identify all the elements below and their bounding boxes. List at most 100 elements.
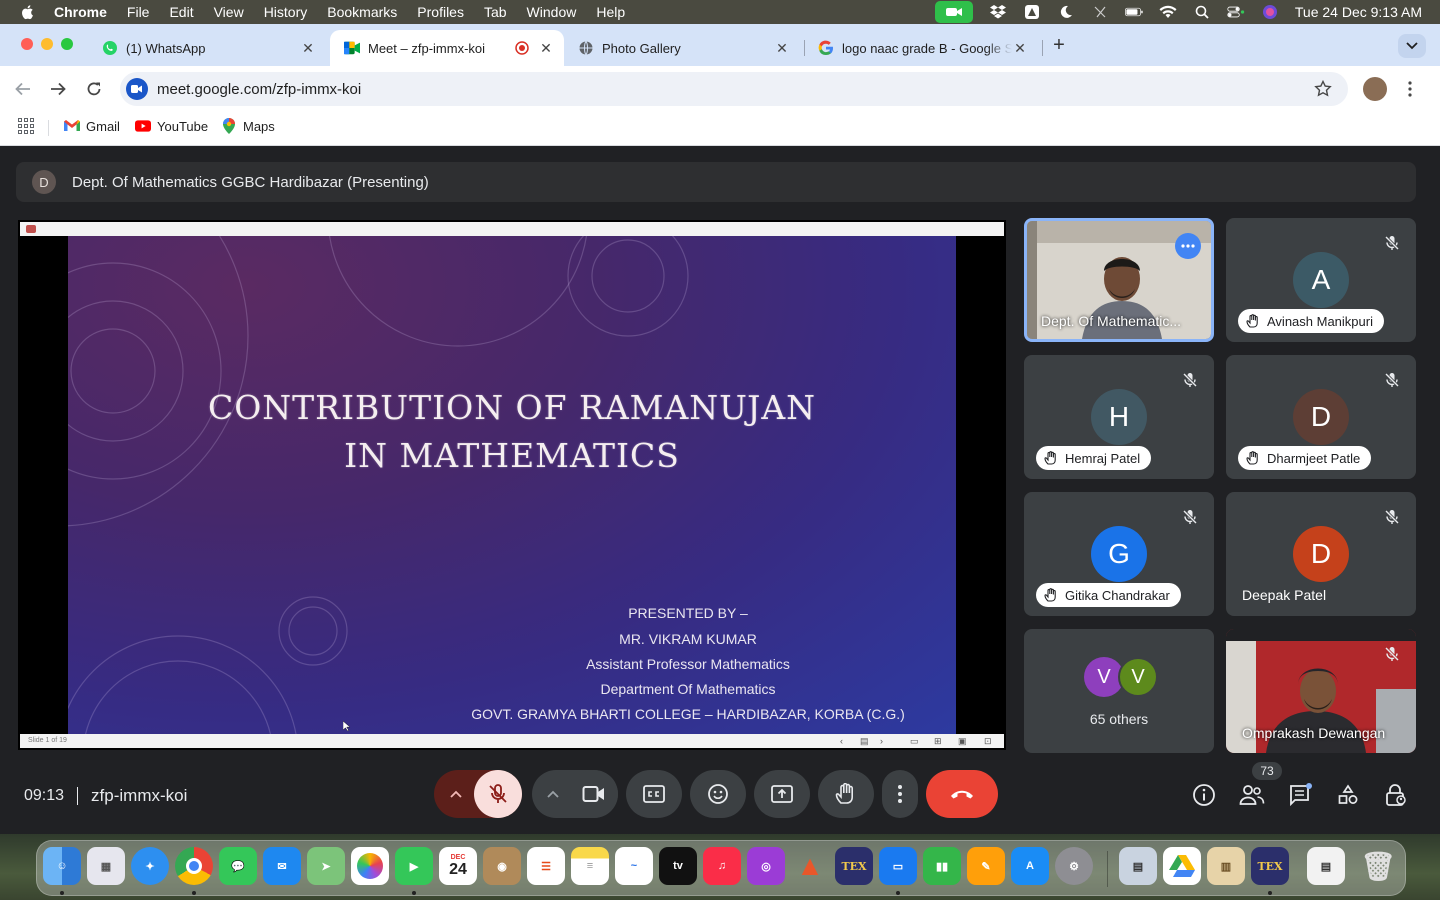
presenting-banner[interactable]: D Dept. Of Mathematics GGBC Hardibazar (… [16, 162, 1416, 202]
previous-slide-icon[interactable]: ‹ [840, 736, 843, 746]
menu-edit[interactable]: Edit [169, 4, 193, 20]
finder-icon[interactable]: ☺ [43, 847, 81, 885]
audio-settings-chevron-icon[interactable] [434, 770, 478, 818]
app-store-icon[interactable]: A [1011, 847, 1049, 885]
tab-search-icon[interactable] [1398, 34, 1426, 58]
video-settings-chevron-icon[interactable] [532, 770, 574, 818]
downloads-stack-icon[interactable]: ▤ [1307, 847, 1345, 885]
safari-icon[interactable]: ✦ [131, 847, 169, 885]
camera-toggle-button[interactable] [570, 770, 618, 818]
tab-google-meet[interactable]: Meet – zfp-immx-koi ✕ [330, 30, 564, 66]
texshop-icon[interactable]: TEX [835, 847, 873, 885]
bookmark-star-icon[interactable] [1314, 80, 1332, 98]
slide-sorter-icon[interactable]: ⊞ [934, 736, 942, 747]
participant-tile[interactable]: H Hemraj Patel [1024, 355, 1214, 479]
mute-status-icon[interactable] [1091, 5, 1109, 19]
people-button[interactable] [1239, 782, 1265, 808]
close-tab-icon[interactable]: ✕ [774, 40, 790, 56]
menu-bookmarks[interactable]: Bookmarks [327, 4, 397, 20]
minimize-window-button[interactable] [41, 38, 53, 50]
dropbox-icon[interactable] [989, 5, 1007, 19]
mic-toggle-button[interactable] [474, 770, 522, 818]
bookmark-gmail[interactable]: Gmail [64, 117, 120, 135]
presentation-stage[interactable]: CONTRIBUTION OF RAMANUJAN IN MATHEMATICS… [18, 220, 1006, 750]
normal-view-icon[interactable]: ▭ [910, 736, 919, 747]
present-screen-button[interactable] [754, 770, 810, 818]
menu-history[interactable]: History [264, 4, 308, 20]
host-controls-button[interactable] [1383, 782, 1409, 808]
documents-folder-icon[interactable]: ▥ [1207, 847, 1245, 885]
music-icon[interactable]: ♫ [703, 847, 741, 885]
activities-button[interactable] [1335, 782, 1361, 808]
forward-icon[interactable] [47, 78, 69, 100]
menu-file[interactable]: File [127, 4, 150, 20]
camera-in-use-icon[interactable] [934, 1, 973, 23]
system-settings-icon[interactable]: ⚙ [1055, 847, 1093, 885]
podcasts-icon[interactable]: ◎ [747, 847, 785, 885]
photos-icon[interactable] [351, 847, 389, 885]
control-center-icon[interactable] [1227, 5, 1245, 19]
tab-whatsapp[interactable]: (1) WhatsApp ✕ [88, 30, 326, 66]
back-icon[interactable] [12, 78, 34, 100]
menu-help[interactable]: Help [596, 4, 625, 20]
slide-menu-icon[interactable]: ▤ [860, 736, 869, 747]
more-options-icon[interactable] [1175, 233, 1201, 259]
participant-tile-video[interactable]: Omprakash Dewangan [1226, 629, 1416, 753]
calendar-icon[interactable]: DEC 24 [439, 847, 477, 885]
emoji-reactions-button[interactable] [690, 770, 746, 818]
new-tab-icon[interactable]: + [1050, 35, 1068, 55]
pages-icon[interactable]: ✎ [967, 847, 1005, 885]
contacts-icon[interactable]: ◉ [483, 847, 521, 885]
notes-icon[interactable]: ≡ [571, 847, 609, 885]
mail-icon[interactable]: ✉ [263, 847, 301, 885]
captions-button[interactable] [626, 770, 682, 818]
menu-view[interactable]: View [214, 4, 244, 20]
tab-google-search[interactable]: logo naac grade B - Google S ✕ [804, 30, 1038, 66]
participant-tile[interactable]: D Dharmjeet Patle [1226, 355, 1416, 479]
participant-tile-presenter[interactable]: Dept. Of Mathematic... [1024, 218, 1214, 342]
battery-icon[interactable] [1124, 5, 1143, 19]
leave-call-button[interactable] [926, 770, 998, 818]
chrome-menu-icon[interactable] [1402, 78, 1418, 100]
apps-grid-icon[interactable] [18, 118, 34, 134]
freeform-icon[interactable]: ~ [615, 847, 653, 885]
close-tab-icon[interactable]: ✕ [1012, 40, 1028, 56]
next-slide-icon[interactable]: › [880, 736, 883, 746]
meeting-info-button[interactable] [1191, 782, 1217, 808]
menu-window[interactable]: Window [527, 4, 577, 20]
numbers-icon[interactable]: ▮▮ [923, 847, 961, 885]
slideshow-view-icon[interactable]: ⊡ [984, 736, 992, 747]
menubar-clock[interactable]: Tue 24 Dec 9:13 AM [1295, 4, 1422, 20]
menu-app-name[interactable]: Chrome [54, 4, 107, 20]
maps-app-icon[interactable]: ➤ [307, 847, 345, 885]
apple-tv-icon[interactable]: tv [659, 847, 697, 885]
profile-avatar[interactable] [1363, 77, 1387, 101]
more-options-button[interactable] [882, 770, 918, 818]
zoom-window-button[interactable] [61, 38, 73, 50]
moon-icon[interactable] [1057, 5, 1075, 19]
raise-hand-button[interactable] [818, 770, 874, 818]
reload-icon[interactable] [83, 78, 105, 100]
reading-view-icon[interactable]: ▣ [958, 736, 967, 747]
meet-site-icon[interactable] [126, 78, 148, 100]
menu-tab[interactable]: Tab [484, 4, 507, 20]
tab-photo-gallery[interactable]: Photo Gallery ✕ [564, 30, 800, 66]
participant-tile[interactable]: D Deepak Patel [1226, 492, 1416, 616]
texshop-document-icon[interactable]: TEX [1251, 847, 1289, 885]
trash-icon[interactable]: 🗑 [1359, 847, 1397, 885]
close-tab-icon[interactable]: ✕ [538, 40, 554, 56]
close-tab-icon[interactable]: ✕ [300, 40, 316, 56]
app-status-icon[interactable] [1023, 5, 1041, 19]
others-tile[interactable]: V V 65 others [1024, 629, 1214, 753]
reminders-icon[interactable]: ☰ [527, 847, 565, 885]
participant-tile[interactable]: G Gitika Chandrakar [1024, 492, 1214, 616]
launchpad-icon[interactable]: ▦ [87, 847, 125, 885]
bookmark-youtube[interactable]: YouTube [135, 117, 208, 135]
messages-icon[interactable]: 💬 [219, 847, 257, 885]
apple-menu-icon[interactable] [20, 4, 36, 20]
keynote-icon[interactable]: ▭ [879, 847, 917, 885]
chat-button[interactable] [1287, 782, 1313, 808]
facetime-icon[interactable]: ▶ [395, 847, 433, 885]
url-text[interactable]: meet.google.com/zfp-immx-koi [157, 81, 1314, 98]
close-window-button[interactable] [21, 38, 33, 50]
